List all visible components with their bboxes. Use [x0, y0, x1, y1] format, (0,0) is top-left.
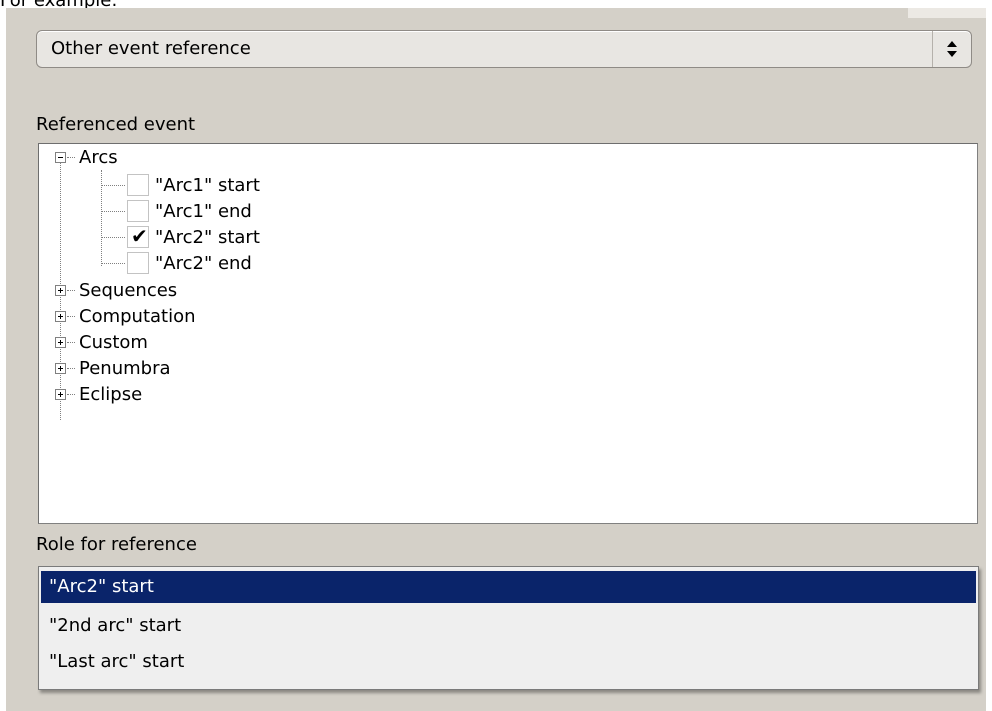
referenced-event-label: Referenced event: [36, 114, 196, 135]
tree-connector: [67, 341, 75, 343]
tree-leaf-label: "Arc2" end: [155, 252, 252, 274]
dialog-panel: Other event reference Referenced event A…: [6, 8, 986, 711]
up-down-arrows-icon[interactable]: [932, 31, 971, 67]
expand-icon[interactable]: [55, 336, 66, 348]
tree-node-label: Arcs: [79, 146, 118, 168]
tree-connector: [67, 393, 75, 395]
tree-leaf-arc1-start[interactable]: "Arc1" start: [127, 172, 260, 198]
role-label: Role for reference: [36, 534, 197, 555]
tree-connector: [67, 156, 75, 158]
event-type-select[interactable]: Other event reference: [36, 30, 972, 68]
role-option[interactable]: "Last arc" start: [41, 646, 976, 678]
tree-connector: [67, 367, 75, 369]
tree-leaf-arc2-start[interactable]: ✔ "Arc2" start: [127, 224, 260, 250]
tree-connector: [67, 289, 75, 291]
tree-node-label: Eclipse: [79, 383, 143, 405]
tree-node-label: Sequences: [79, 279, 178, 301]
tree-node-custom[interactable]: Custom: [55, 329, 148, 355]
checkbox[interactable]: [127, 174, 149, 196]
tree-node-label: Custom: [79, 331, 148, 353]
tree-node-eclipse[interactable]: Eclipse: [55, 381, 142, 407]
tree-branch: [101, 185, 125, 186]
tree-leaf-label: "Arc1" start: [155, 174, 260, 196]
tree-leaf-label: "Arc2" start: [155, 226, 260, 248]
expand-icon[interactable]: [55, 310, 66, 322]
role-option[interactable]: "2nd arc" start: [41, 610, 976, 642]
panel-corner: [908, 8, 986, 18]
tree-leaf-arc1-end[interactable]: "Arc1" end: [127, 198, 252, 224]
expand-icon[interactable]: [55, 388, 66, 400]
checkmark-icon: ✔: [131, 224, 148, 248]
tree-leaf-arc2-end[interactable]: "Arc2" end: [127, 250, 252, 276]
tree-node-penumbra[interactable]: Penumbra: [55, 355, 171, 381]
checkbox[interactable]: [127, 200, 149, 222]
tree-branch: [101, 237, 125, 238]
tree-node-computation[interactable]: Computation: [55, 303, 196, 329]
tree-node-arcs[interactable]: Arcs: [55, 144, 118, 170]
event-type-value: Other event reference: [51, 38, 251, 59]
expand-icon[interactable]: [55, 362, 66, 374]
tree-branch: [101, 211, 125, 212]
tree-branch: [101, 263, 125, 264]
referenced-event-tree[interactable]: Arcs "Arc1" start "Arc1" end ✔ "Arc2" st…: [38, 143, 978, 524]
tree-node-sequences[interactable]: Sequences: [55, 277, 177, 303]
role-dropdown-list[interactable]: "Arc2" start "2nd arc" start "Last arc" …: [38, 566, 979, 690]
tree-connector: [67, 315, 75, 317]
role-option-selected[interactable]: "Arc2" start: [41, 571, 976, 603]
tree-leaf-label: "Arc1" end: [155, 200, 252, 222]
collapse-icon[interactable]: [55, 151, 66, 163]
expand-icon[interactable]: [55, 284, 66, 296]
tree-node-label: Computation: [79, 305, 196, 327]
checkbox-checked[interactable]: ✔: [127, 224, 149, 248]
checkbox[interactable]: [127, 252, 149, 274]
tree-node-label: Penumbra: [79, 357, 171, 379]
